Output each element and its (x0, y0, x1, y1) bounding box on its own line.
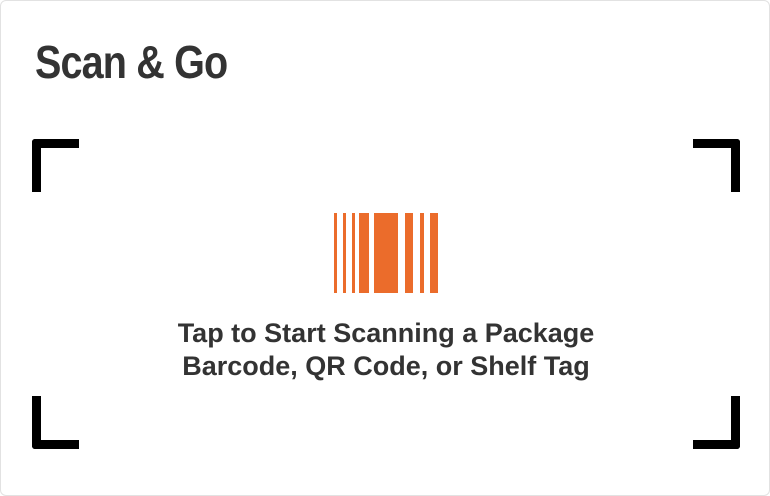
scan-prompt: Tap to Start Scanning a Package Barcode,… (32, 317, 740, 383)
scan-and-go-card: Scan & Go Tap to Start Scanning a Packag… (0, 0, 770, 496)
viewfinder-corner-top-right (693, 139, 740, 192)
barcode-icon (334, 213, 438, 293)
scan-prompt-line-1: Tap to Start Scanning a Package (177, 318, 595, 348)
page-title: Scan & Go (35, 36, 228, 88)
scan-start-area[interactable]: Tap to Start Scanning a Package Barcode,… (32, 139, 740, 449)
viewfinder-corner-top-left (32, 139, 79, 192)
viewfinder-corner-bottom-left (32, 396, 79, 449)
scan-prompt-line-2: Barcode, QR Code, or Shelf Tag (182, 351, 590, 381)
viewfinder-corner-bottom-right (693, 396, 740, 449)
